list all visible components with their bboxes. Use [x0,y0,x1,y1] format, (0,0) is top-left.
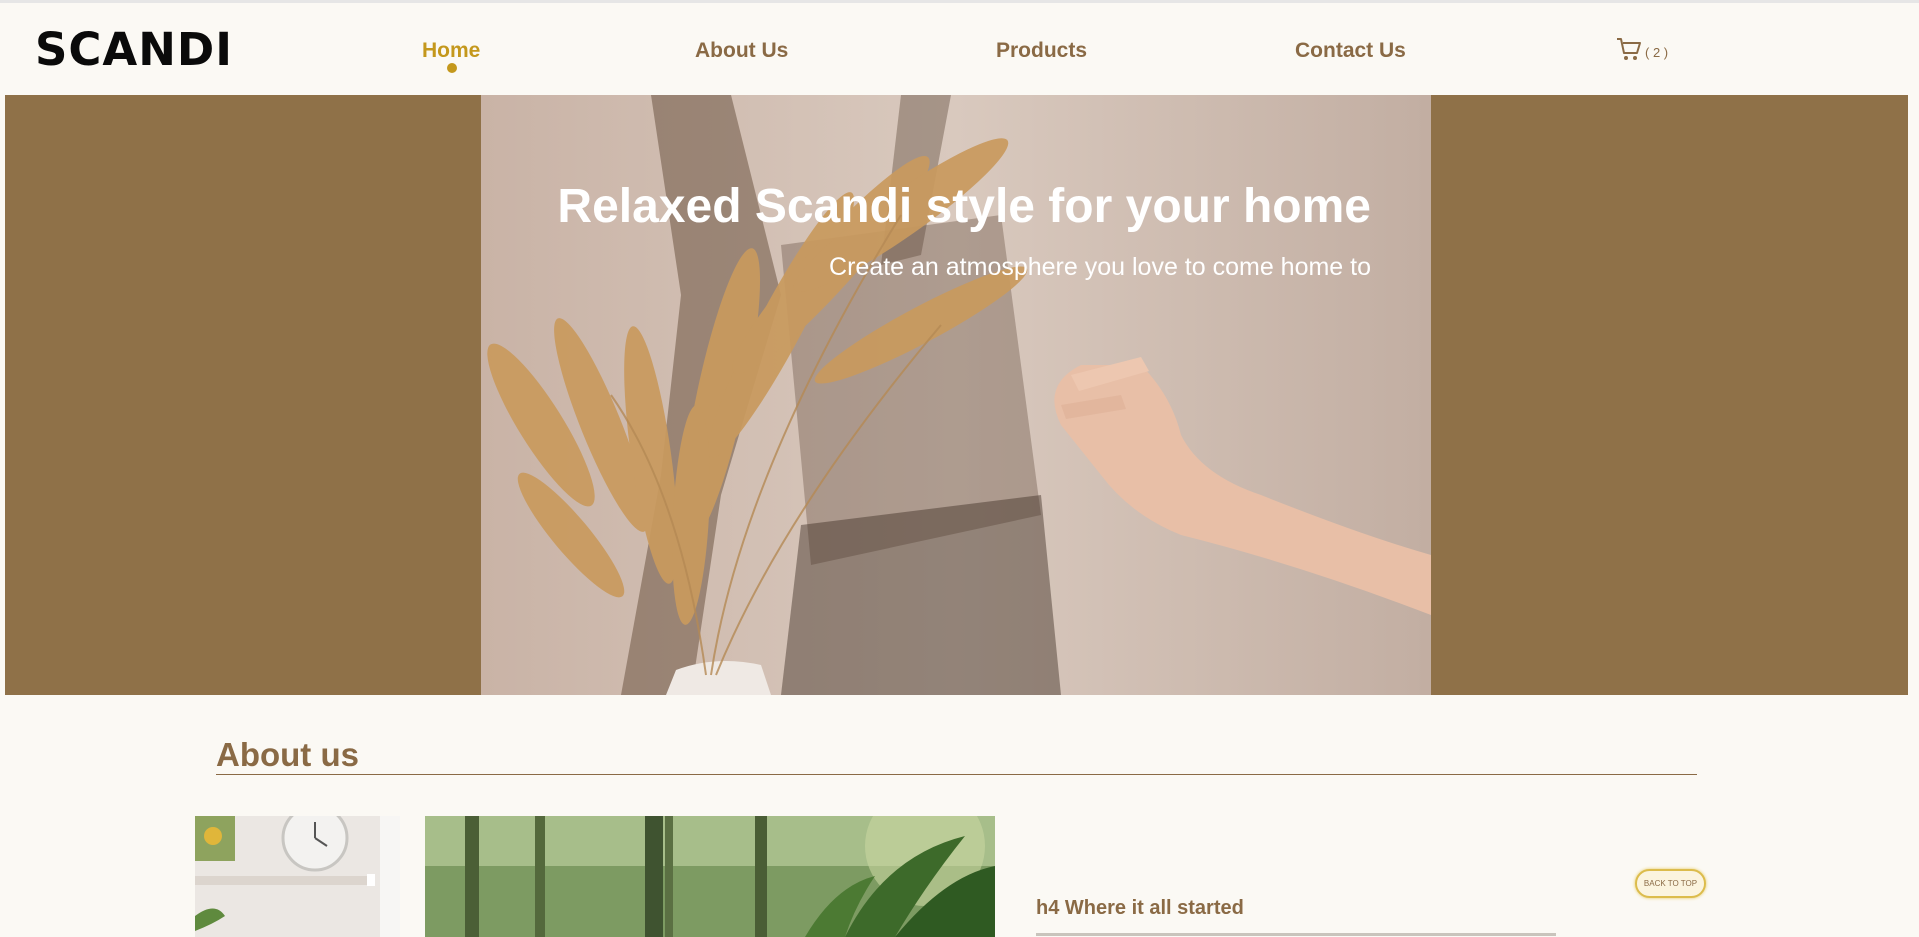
nav-contact-us[interactable]: Contact Us [1295,39,1406,63]
about-photo-shelf [195,816,400,937]
nav-about-us[interactable]: About Us [695,39,788,63]
about-photo-garden [425,816,995,937]
hero-subtitle: Create an atmosphere you love to come ho… [829,253,1371,281]
cart-icon [1617,38,1641,60]
cart-button[interactable]: ( 2 ) [1616,36,1672,66]
about-paragraph-cropped [1036,930,1556,937]
hero-title: Relaxed Scandi style for your home [557,180,1371,233]
nav-home[interactable]: Home [422,39,480,63]
hero-banner: Relaxed Scandi style for your home Creat… [5,95,1908,695]
cart-count: ( 2 ) [1645,45,1669,60]
active-nav-indicator [447,63,457,73]
back-to-top-button[interactable]: BACK TO TOP [1635,869,1706,898]
site-logo[interactable]: SCANDI [35,23,233,76]
about-subheading: h4 Where it all started [1036,897,1244,919]
nav-products[interactable]: Products [996,39,1087,63]
site-header: SCANDI Home About Us Products Contact Us… [0,3,1919,95]
about-heading: About us [216,736,359,773]
about-divider [216,774,1697,775]
